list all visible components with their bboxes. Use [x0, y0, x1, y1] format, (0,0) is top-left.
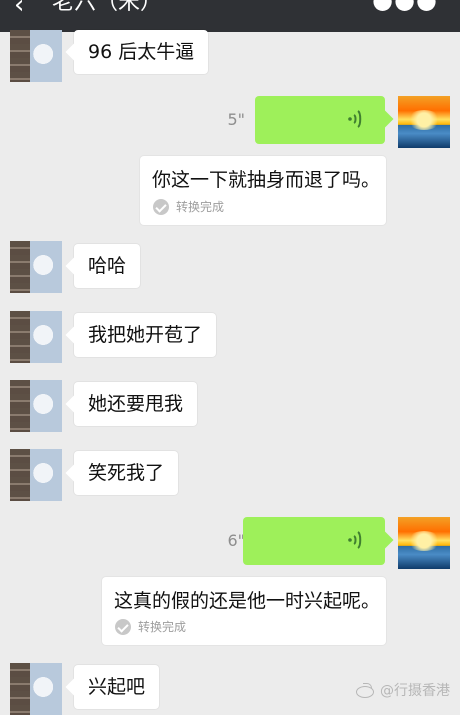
transcript-status-label: 转换完成: [176, 200, 225, 214]
transcript-status-label: 转换完成: [138, 620, 187, 634]
contact-avatar[interactable]: [10, 311, 62, 363]
message-text: 哈哈: [88, 255, 127, 277]
transcript-text: 你这一下就抽身而退了吗。: [152, 169, 381, 191]
message-text: 兴起吧: [88, 676, 146, 698]
message-text: 96 后太牛逼: [88, 41, 195, 63]
received-message-bubble: 她还要甩我: [74, 382, 198, 426]
weibo-icon: [356, 683, 376, 698]
voice-message-bubble[interactable]: [243, 517, 385, 565]
my-avatar[interactable]: [398, 517, 450, 569]
contact-avatar[interactable]: [10, 241, 62, 293]
voice-wave-icon: [348, 110, 362, 128]
voice-message-bubble[interactable]: [255, 96, 385, 144]
voice-duration: 5": [227, 110, 245, 129]
voice-transcript-card: 这真的假的还是他一时兴起呢。 转换完成: [102, 577, 386, 645]
contact-avatar[interactable]: [10, 30, 62, 82]
voice-transcript-card: 你这一下就抽身而退了吗。 转换完成: [140, 156, 386, 225]
chat-header: ‹ 老六（宋） ●●●: [0, 0, 460, 32]
received-message-bubble: 笑死我了: [74, 451, 179, 495]
received-message-bubble: 96 后太牛逼: [74, 30, 209, 74]
transcript-status: 转换完成: [115, 619, 186, 635]
message-text: 她还要甩我: [88, 393, 184, 415]
watermark: @行摄香港: [356, 680, 450, 700]
contact-avatar[interactable]: [10, 380, 62, 432]
transcript-status: 转换完成: [153, 199, 224, 215]
check-circle-icon: [153, 199, 169, 215]
message-text: 笑死我了: [88, 462, 165, 484]
received-message-bubble: 兴起吧: [74, 665, 160, 709]
received-message-bubble: 我把她开苞了: [74, 313, 217, 357]
chat-title: 老六（宋）: [52, 0, 163, 15]
back-arrow-icon[interactable]: ‹: [14, 0, 24, 18]
contact-avatar[interactable]: [10, 663, 62, 715]
contact-avatar[interactable]: [10, 449, 62, 501]
voice-wave-icon: [348, 531, 362, 549]
check-circle-icon: [115, 619, 131, 635]
transcript-text: 这真的假的还是他一时兴起呢。: [114, 590, 381, 612]
watermark-text: @行摄香港: [380, 683, 450, 699]
message-text: 我把她开苞了: [88, 324, 203, 346]
more-icon[interactable]: ●●●: [372, 0, 438, 14]
my-avatar[interactable]: [398, 96, 450, 148]
received-message-bubble: 哈哈: [74, 244, 141, 288]
